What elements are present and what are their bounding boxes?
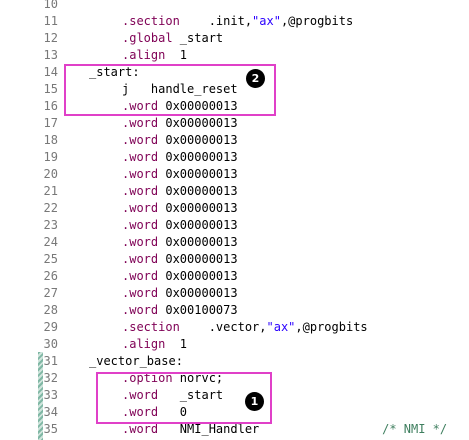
code-line[interactable]: 11 .section .init,"ax",@progbits bbox=[0, 13, 469, 30]
line-number: 20 bbox=[43, 167, 58, 181]
line-number: 14 bbox=[43, 65, 58, 79]
line-number: 27 bbox=[43, 286, 58, 300]
code-line[interactable]: 24 .word 0x00000013 bbox=[0, 234, 469, 251]
line-code: .section .vector,"ax",@progbits bbox=[122, 320, 368, 334]
line-number: 19 bbox=[43, 150, 58, 164]
line-code: .word 0x00000013 bbox=[122, 201, 238, 215]
line-number: 26 bbox=[43, 269, 58, 283]
line-number: 28 bbox=[43, 303, 58, 317]
line-code: .align 1 bbox=[122, 337, 188, 351]
line-code: .section .init,"ax",@progbits bbox=[122, 14, 354, 28]
line-number: 23 bbox=[43, 218, 58, 232]
line-number: 10 bbox=[43, 0, 58, 11]
code-line[interactable]: 26 .word 0x00000013 bbox=[0, 268, 469, 285]
line-number: 15 bbox=[43, 82, 58, 96]
line-code: .word 0x00000013 bbox=[122, 218, 238, 232]
line-number: 30 bbox=[43, 337, 58, 351]
line-code: .word 0x00000013 bbox=[122, 116, 238, 130]
line-code: .global _start bbox=[122, 31, 224, 45]
code-line[interactable]: 22 .word 0x00000013 bbox=[0, 200, 469, 217]
code-line[interactable]: 12 .global _start bbox=[0, 30, 469, 47]
line-code: .word 0x00000013 bbox=[122, 167, 238, 181]
highlight-box-start bbox=[64, 64, 276, 116]
line-code: .word 0x00000013 bbox=[122, 184, 238, 198]
code-line[interactable]: 19 .word 0x00000013 bbox=[0, 149, 469, 166]
line-number: 25 bbox=[43, 252, 58, 266]
line-code: .word 0x00000013 bbox=[122, 133, 238, 147]
code-line[interactable]: 27 .word 0x00000013 bbox=[0, 285, 469, 302]
line-code: .word 0x00000013 bbox=[122, 286, 238, 300]
code-line[interactable]: 21 .word 0x00000013 bbox=[0, 183, 469, 200]
line-number: 13 bbox=[43, 48, 58, 62]
line-code: _vector_base: bbox=[89, 354, 183, 368]
code-line[interactable]: 28 .word 0x00100073 bbox=[0, 302, 469, 319]
code-editor[interactable]: 10 11 .section .init,"ax",@progbits 12 .glob… bbox=[0, 0, 469, 440]
line-number: 21 bbox=[43, 184, 58, 198]
code-line[interactable]: 13 .align 1 bbox=[0, 47, 469, 64]
line-number: 12 bbox=[43, 31, 58, 45]
code-line[interactable]: 10 bbox=[0, 0, 469, 13]
line-code: .word 0x00000013 bbox=[122, 269, 238, 283]
line-number: 18 bbox=[43, 133, 58, 147]
code-line[interactable]: 17 .word 0x00000013 bbox=[0, 115, 469, 132]
code-line[interactable]: 29 .section .vector,"ax",@progbits bbox=[0, 319, 469, 336]
line-code: .align 1 bbox=[122, 48, 188, 62]
line-number: 16 bbox=[43, 99, 58, 113]
annotation-badge-2: 2 bbox=[246, 69, 265, 88]
code-line[interactable]: 25 .word 0x00000013 bbox=[0, 251, 469, 268]
line-code: .word 0x00100073 bbox=[122, 303, 238, 317]
line-number: 24 bbox=[43, 235, 58, 249]
annotation-badge-1: 1 bbox=[245, 392, 264, 411]
line-number: 35 bbox=[43, 422, 58, 436]
code-line[interactable]: 30 .align 1 bbox=[0, 336, 469, 353]
line-number: 33 bbox=[43, 388, 58, 402]
line-code: .word 0x00000013 bbox=[122, 150, 238, 164]
line-number: 32 bbox=[43, 371, 58, 385]
line-code: .word 0x00000013 bbox=[122, 252, 238, 266]
line-number: 17 bbox=[43, 116, 58, 130]
line-number: 31 bbox=[43, 354, 58, 368]
code-line[interactable]: 20 .word 0x00000013 bbox=[0, 166, 469, 183]
line-number: 22 bbox=[43, 201, 58, 215]
line-number: 29 bbox=[43, 320, 58, 334]
line-number: 34 bbox=[43, 405, 58, 419]
code-line[interactable]: 31 _vector_base: bbox=[0, 353, 469, 370]
code-line[interactable]: 23 .word 0x00000013 bbox=[0, 217, 469, 234]
line-code: .word 0x00000013 bbox=[122, 235, 238, 249]
code-line[interactable]: 18 .word 0x00000013 bbox=[0, 132, 469, 149]
line-number: 11 bbox=[43, 14, 58, 28]
